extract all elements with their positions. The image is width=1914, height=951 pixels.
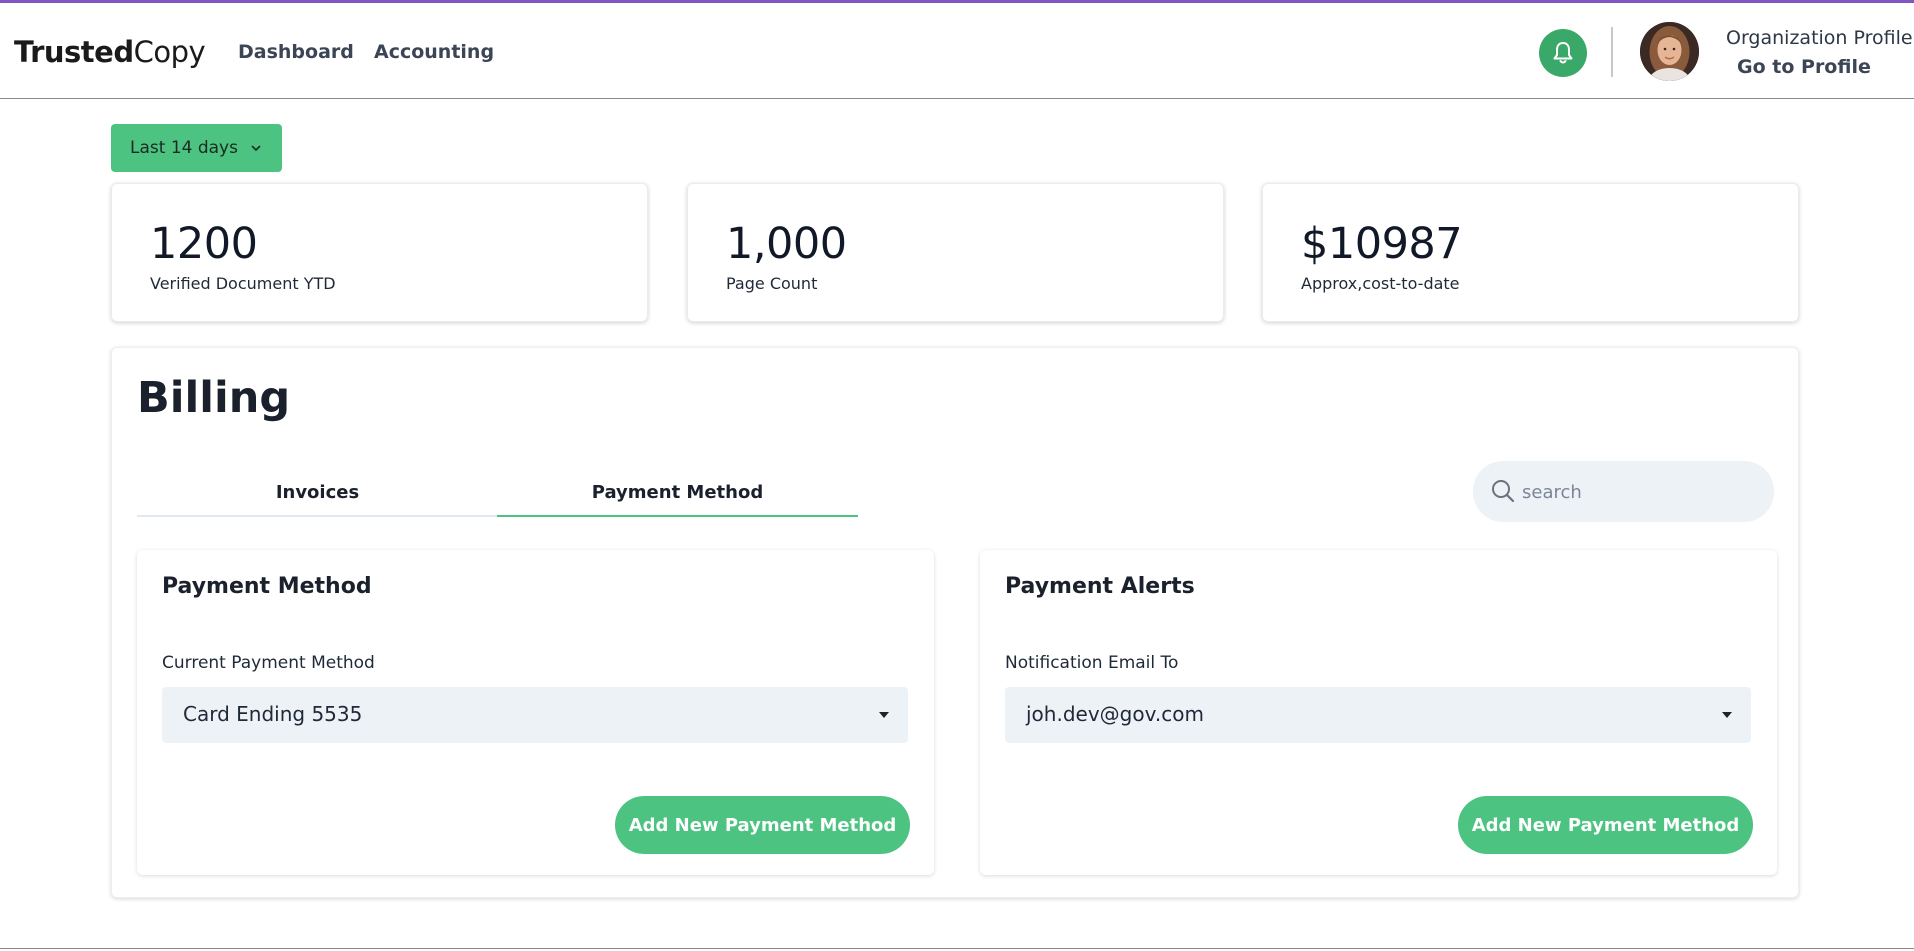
stat-value: 1200 — [150, 219, 258, 269]
app-header: TrustedCopy Dashboard Accounting Organiz… — [0, 3, 1914, 99]
stat-card-verified-documents: 1200 Verified Document YTD — [111, 183, 648, 322]
panel-title: Payment Method — [162, 574, 372, 599]
search-input[interactable] — [1522, 476, 1752, 508]
current-payment-method-label: Current Payment Method — [162, 653, 375, 673]
caret-down-icon — [1722, 712, 1732, 718]
stat-card-page-count: 1,000 Page Count — [687, 183, 1224, 322]
panel-title: Payment Alerts — [1005, 574, 1195, 599]
notification-button[interactable] — [1539, 29, 1587, 77]
header-divider — [1611, 27, 1613, 77]
nav-accounting-link[interactable]: Accounting — [374, 41, 494, 63]
nav-dashboard-link[interactable]: Dashboard — [238, 41, 354, 63]
search-icon — [1492, 480, 1515, 503]
date-range-dropdown[interactable]: Last 14 days — [111, 124, 282, 172]
stat-card-cost-to-date: $10987 Approx,cost-to-date — [1262, 183, 1799, 322]
notification-email-value: joh.dev@gov.com — [1026, 702, 1204, 726]
avatar[interactable] — [1640, 22, 1699, 81]
footer-divider — [0, 948, 1914, 949]
go-to-profile-link[interactable]: Go to Profile — [1737, 56, 1871, 78]
brand-logo[interactable]: TrustedCopy — [14, 35, 206, 69]
payment-method-panel: Payment Method Current Payment Method Ca… — [137, 550, 934, 875]
stat-label: Page Count — [726, 274, 818, 293]
stat-value: $10987 — [1301, 219, 1463, 269]
caret-down-icon — [879, 712, 889, 718]
brand-name-light: Copy — [133, 35, 206, 69]
brand-name-bold: Trusted — [14, 35, 134, 69]
search-box[interactable] — [1473, 461, 1774, 522]
payment-method-select[interactable]: Card Ending 5535 — [162, 687, 908, 743]
date-range-label: Last 14 days — [130, 138, 238, 158]
organization-profile-label: Organization Profile — [1726, 27, 1913, 49]
notification-email-label: Notification Email To — [1005, 653, 1179, 673]
payment-method-value: Card Ending 5535 — [183, 702, 363, 726]
tab-payment-method[interactable]: Payment Method — [497, 478, 858, 517]
add-new-payment-method-button[interactable]: Add New Payment Method — [615, 796, 910, 854]
stat-label: Approx,cost-to-date — [1301, 274, 1460, 293]
chevron-down-icon — [251, 145, 261, 151]
stat-value: 1,000 — [726, 219, 847, 269]
payment-alerts-panel: Payment Alerts Notification Email To joh… — [980, 550, 1777, 875]
add-new-payment-method-button[interactable]: Add New Payment Method — [1458, 796, 1753, 854]
stat-label: Verified Document YTD — [150, 274, 336, 293]
bell-icon — [1553, 42, 1573, 64]
notification-email-select[interactable]: joh.dev@gov.com — [1005, 687, 1751, 743]
billing-title: Billing — [137, 373, 291, 423]
tab-invoices[interactable]: Invoices — [137, 478, 498, 517]
billing-section: Billing Invoices Payment Method Payment … — [111, 347, 1799, 898]
avatar-image — [1640, 22, 1699, 81]
